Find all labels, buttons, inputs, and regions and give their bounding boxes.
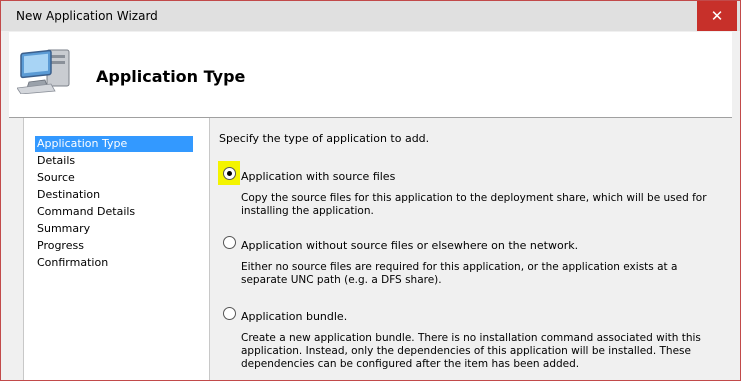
- wizard-header: Application Type: [9, 32, 732, 118]
- window-title: New Application Wizard: [16, 9, 158, 23]
- wizard-window: New Application Wizard ✕ Application Typ…: [0, 0, 741, 381]
- wizard-steps-panel: Application Type Details Source Destinat…: [23, 118, 210, 380]
- radio-no-source-files[interactable]: [223, 236, 236, 249]
- nav-step-source[interactable]: Source: [35, 170, 75, 186]
- option-no-source-files-label[interactable]: Application without source files or else…: [241, 239, 578, 252]
- option-bundle-label[interactable]: Application bundle.: [241, 310, 347, 323]
- option-no-source-files-description: Either no source files are required for …: [241, 261, 678, 286]
- close-button[interactable]: ✕: [697, 1, 737, 31]
- nav-step-confirmation[interactable]: Confirmation: [35, 255, 108, 271]
- intro-text: Specify the type of application to add.: [219, 132, 430, 145]
- radio-selected-dot: [227, 171, 232, 176]
- nav-step-details[interactable]: Details: [35, 153, 75, 169]
- nav-step-progress[interactable]: Progress: [35, 238, 84, 254]
- computer-icon: [17, 49, 70, 94]
- nav-step-command-details[interactable]: Command Details: [35, 204, 135, 220]
- option-source-files-description: Copy the source files for this applicati…: [241, 192, 707, 217]
- nav-step-destination[interactable]: Destination: [35, 187, 100, 203]
- title-bar[interactable]: New Application Wizard ✕: [1, 1, 740, 31]
- nav-step-summary[interactable]: Summary: [35, 221, 90, 237]
- wizard-content: Specify the type of application to add. …: [218, 118, 723, 380]
- wizard-body: Application Type Details Source Destinat…: [9, 118, 732, 380]
- radio-source-files[interactable]: [223, 167, 236, 180]
- nav-step-application-type[interactable]: Application Type: [35, 136, 193, 152]
- option-source-files-label[interactable]: Application with source files: [241, 170, 395, 183]
- page-title: Application Type: [96, 67, 246, 86]
- radio-application-bundle[interactable]: [223, 307, 236, 320]
- option-bundle-description: Create a new application bundle. There i…: [241, 332, 701, 370]
